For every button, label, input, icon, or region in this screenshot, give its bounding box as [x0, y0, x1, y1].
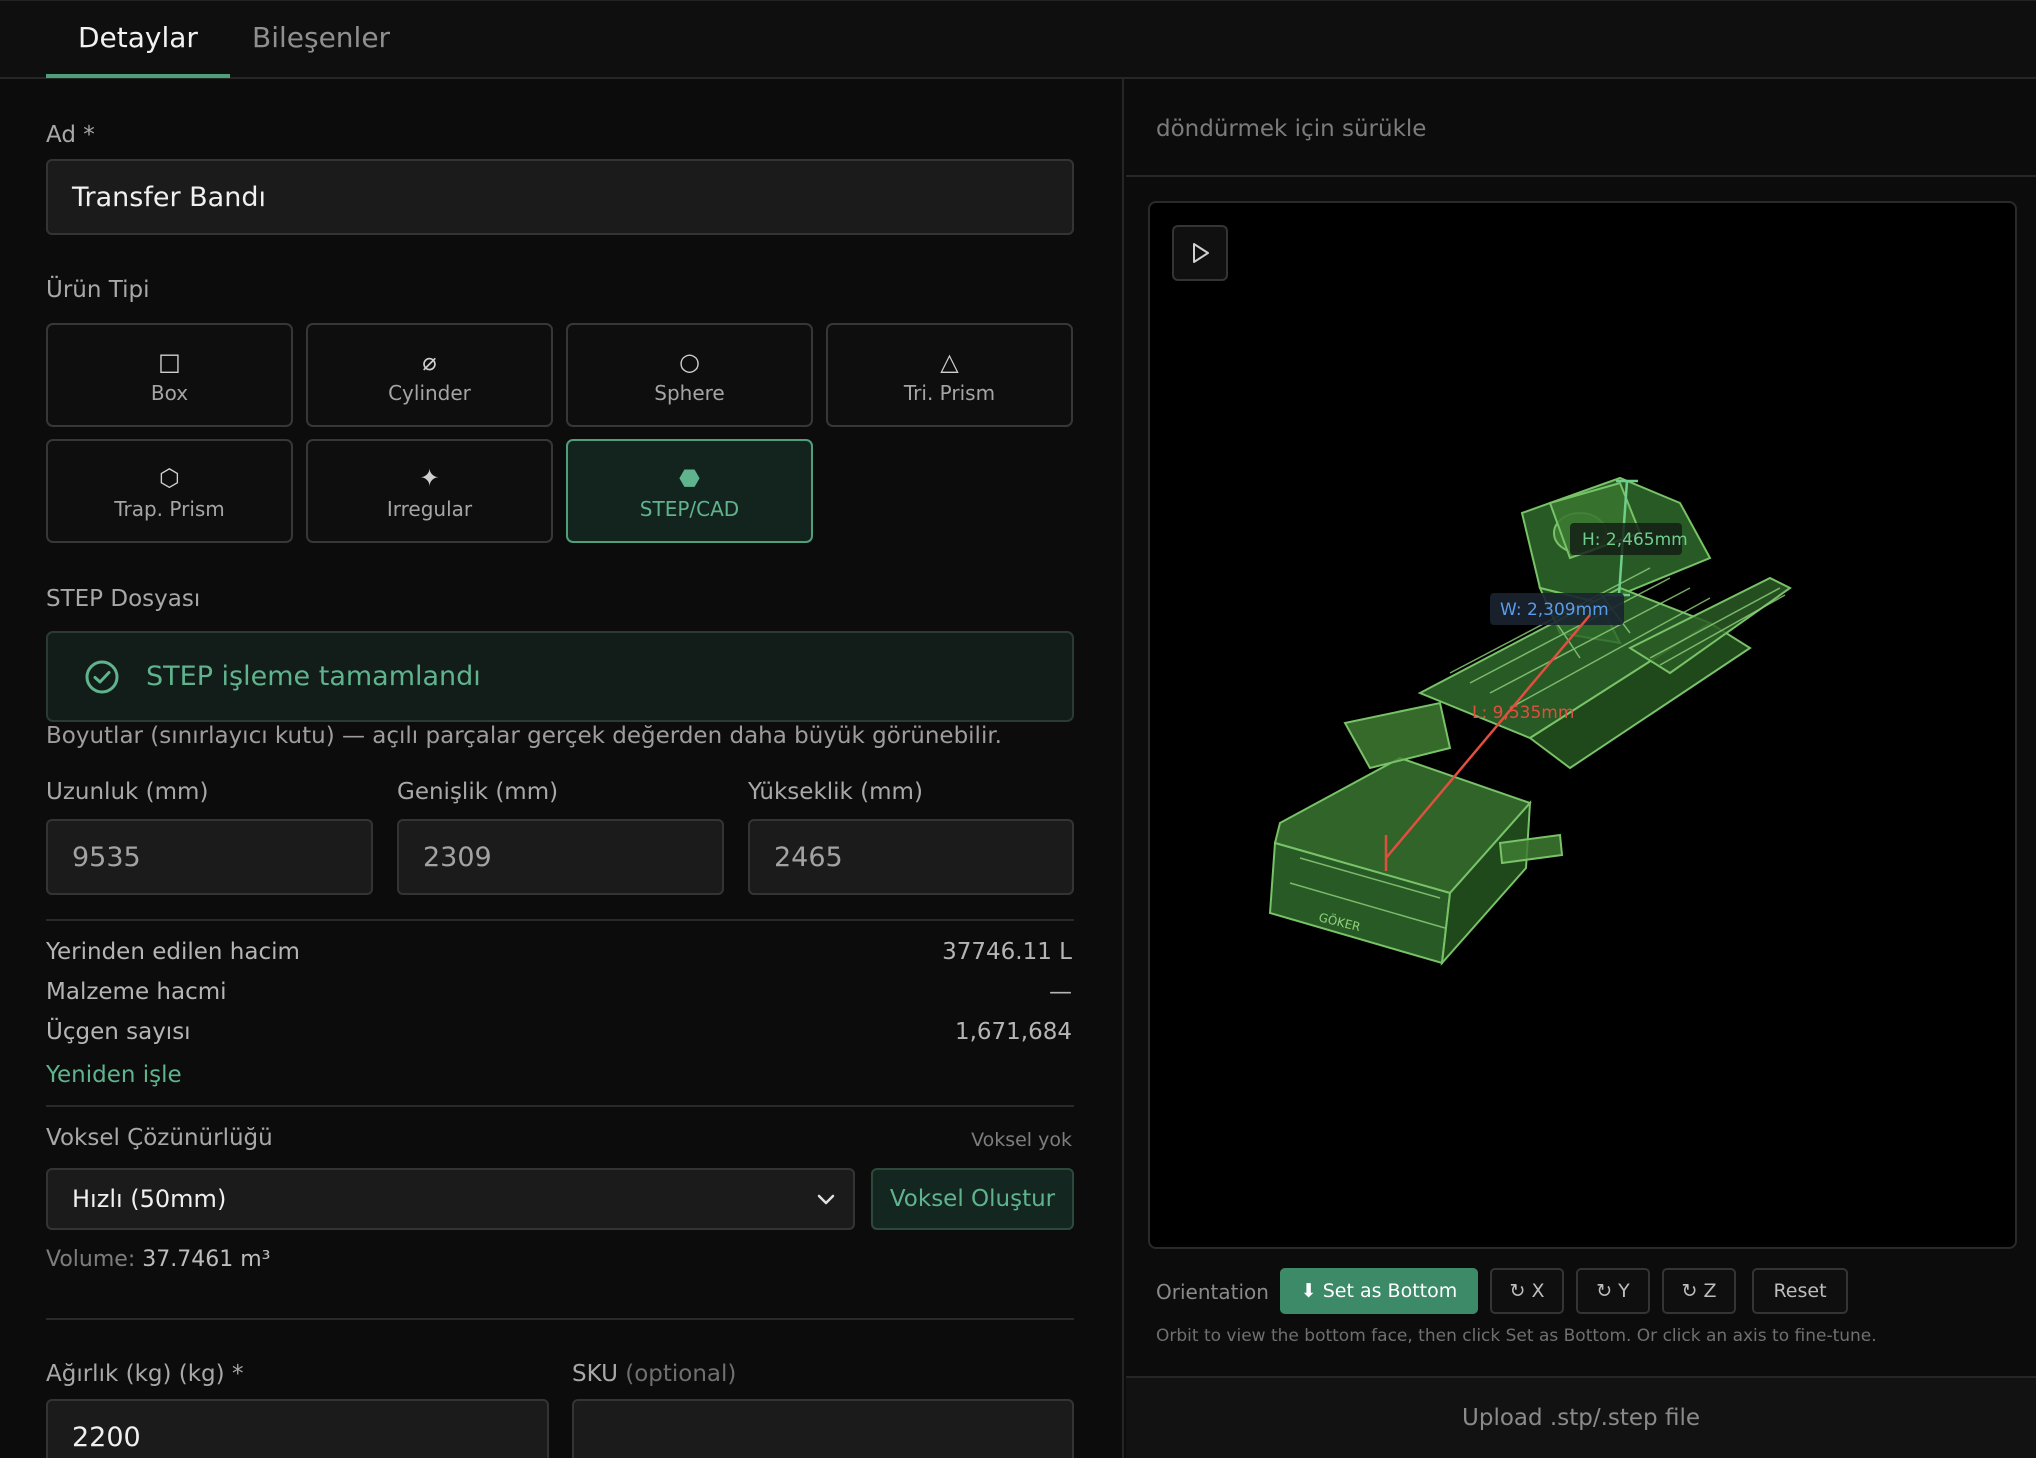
name-label: Ad * — [46, 122, 95, 148]
volume-value: 37.7461 m³ — [142, 1247, 271, 1272]
height-label: Yükseklik (mm) — [748, 779, 923, 805]
weight-input[interactable]: 2200 — [46, 1399, 549, 1458]
type-box-label: Box — [150, 381, 189, 405]
type-irregular-button[interactable]: ✦ Irregular — [306, 439, 553, 543]
3d-viewport[interactable]: GÖKER H: 2,465mm W: 2,309mm L: 9,535mm — [1148, 201, 2017, 1249]
tab-bar: Detaylar Bileşenler — [0, 0, 2036, 79]
rotate-hint: döndürmek için sürükle — [1156, 116, 1427, 142]
weight-label: Ağırlık (kg) (kg) * — [46, 1361, 244, 1387]
sku-label: SKU — [572, 1361, 618, 1387]
type-tri-prism-label: Tri. Prism — [903, 381, 996, 405]
orientation-hint: Orbit to view the bottom face, then clic… — [1156, 1326, 1877, 1346]
name-input[interactable]: Transfer Bandı — [46, 159, 1074, 235]
type-sphere-label: Sphere — [654, 381, 725, 405]
viewer-panel: döndürmek için sürükle GÖKER H: 2,465mm … — [1126, 79, 2036, 1458]
width-label: Genişlik (mm) — [397, 779, 559, 805]
type-trap-prism-button[interactable]: ⬡ Trap. Prism — [46, 439, 293, 543]
divider — [1126, 175, 2036, 177]
type-box-button[interactable]: □ Box — [46, 323, 293, 427]
length-label: Uzunluk (mm) — [46, 779, 209, 805]
details-form-panel: Ad * Transfer Bandı Ürün Tipi □ Box ⌀ Cy… — [0, 79, 1124, 1458]
voxel-resolution-label: Voksel Çözünürlüğü — [46, 1125, 273, 1151]
sku-optional-note: (optional) — [625, 1361, 737, 1387]
generate-voxel-button[interactable]: Voksel Oluştur — [871, 1168, 1074, 1230]
rotate-x-button[interactable]: ↻ X — [1490, 1268, 1564, 1314]
reprocess-link[interactable]: Yeniden işle — [46, 1062, 182, 1088]
box-icon: □ — [158, 348, 181, 376]
check-circle-icon — [85, 660, 119, 693]
rotate-z-button[interactable]: ↻ Z — [1662, 1268, 1736, 1314]
type-trap-prism-label: Trap. Prism — [114, 497, 225, 521]
step-status-box: STEP işleme tamamlandı — [46, 631, 1074, 722]
tab-bilesenler[interactable]: Bileşenler — [220, 19, 422, 78]
type-step-cad-label: STEP/CAD — [639, 497, 740, 521]
volume-readout: Volume: 37.7461 m³ — [46, 1247, 270, 1272]
chevron-down-icon — [817, 1194, 835, 1205]
length-measure-label: L: 9,535mm — [1472, 703, 1574, 723]
displaced-volume-label: Yerinden edilen hacim — [46, 939, 300, 965]
set-as-bottom-button[interactable]: ⬇ Set as Bottom — [1280, 1268, 1478, 1314]
type-cylinder-button[interactable]: ⌀ Cylinder — [306, 323, 553, 427]
voxel-selected-option: Hızlı (50mm) — [72, 1185, 227, 1213]
width-measure-label: W: 2,309mm — [1500, 600, 1609, 620]
cylinder-icon: ⌀ — [422, 348, 437, 376]
height-input[interactable]: 2465 — [748, 819, 1074, 895]
width-input[interactable]: 2309 — [397, 819, 724, 895]
sku-label-group: SKU (optional) — [572, 1361, 736, 1387]
filled-hexagon-icon: ⬣ — [679, 464, 700, 492]
volume-label: Volume: — [46, 1247, 136, 1272]
displaced-volume-value: 37746.11 L — [942, 939, 1072, 965]
triangle-count-value: 1,671,684 — [954, 1019, 1072, 1045]
model-render: GÖKER H: 2,465mm W: 2,309mm L: 9,535mm — [1268, 476, 1792, 967]
type-irregular-label: Irregular — [386, 497, 473, 521]
star-icon: ✦ — [419, 464, 440, 492]
hexagon-icon: ⬡ — [159, 464, 180, 492]
step-status-text: STEP işleme tamamlandı — [146, 661, 481, 692]
divider — [46, 919, 1074, 921]
step-file-label: STEP Dosyası — [46, 586, 201, 612]
length-input[interactable]: 9535 — [46, 819, 373, 895]
type-step-cad-button[interactable]: ⬣ STEP/CAD — [566, 439, 813, 543]
type-sphere-button[interactable]: ○ Sphere — [566, 323, 813, 427]
product-type-label: Ürün Tipi — [46, 277, 150, 303]
bbox-note: Boyutlar (sınırlayıcı kutu) — açılı parç… — [46, 723, 1002, 749]
type-tri-prism-button[interactable]: △ Tri. Prism — [826, 323, 1073, 427]
triangle-icon: △ — [940, 348, 959, 376]
divider — [46, 1105, 1074, 1107]
material-volume-value: — — [1049, 979, 1072, 1005]
rotate-y-button[interactable]: ↻ Y — [1576, 1268, 1650, 1314]
voxel-status: Voksel yok — [971, 1129, 1072, 1151]
orientation-label: Orientation — [1156, 1280, 1269, 1304]
triangle-count-label: Üçgen sayısı — [46, 1019, 191, 1045]
sphere-icon: ○ — [679, 348, 700, 376]
height-measure-label: H: 2,465mm — [1582, 530, 1688, 550]
material-volume-label: Malzeme hacmi — [46, 979, 227, 1005]
type-cylinder-label: Cylinder — [388, 381, 471, 405]
sku-input[interactable] — [572, 1399, 1074, 1458]
reset-orientation-button[interactable]: Reset — [1752, 1268, 1848, 1314]
upload-step-file-button[interactable]: Upload .stp/.step file — [1126, 1378, 2036, 1458]
tab-detaylar[interactable]: Detaylar — [46, 19, 230, 78]
divider — [46, 1318, 1074, 1320]
voxel-resolution-select[interactable]: Hızlı (50mm) — [46, 1168, 855, 1230]
